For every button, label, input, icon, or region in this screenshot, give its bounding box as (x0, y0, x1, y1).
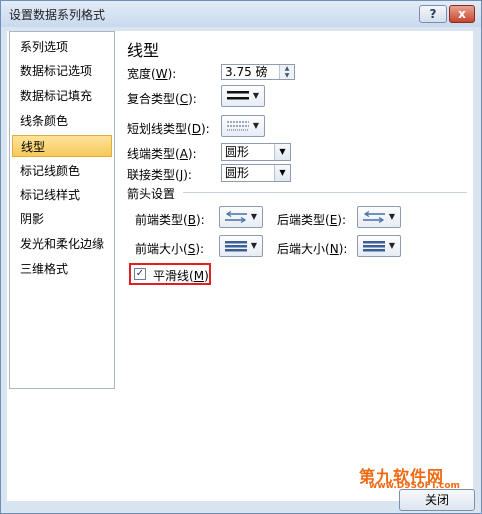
chevron-down-icon: ▼ (252, 121, 259, 130)
width-spinner[interactable]: 3.75 磅 ▲ ▼ (221, 64, 295, 80)
window-title: 设置数据系列格式 (9, 8, 106, 22)
nav-item-glow-soft-edges[interactable]: 发光和柔化边缘 (12, 233, 112, 255)
chevron-down-icon: ▼ (252, 91, 259, 100)
end-size-label: 后端大小(N): (277, 242, 348, 256)
arrow-type-icon (363, 211, 385, 223)
close-window-button[interactable]: x (449, 5, 475, 23)
nav-item-marker-line-style[interactable]: 标记线样式 (12, 184, 112, 206)
nav-item-series-options[interactable]: 系列选项 (12, 36, 112, 58)
nav-item-shadow[interactable]: 阴影 (12, 208, 112, 230)
arrow-size-icon (363, 241, 385, 252)
nav-item-marker-options[interactable]: 数据标记选项 (12, 60, 112, 82)
cap-type-label: 线端类型(A): (127, 147, 197, 161)
nav-item-line-style[interactable]: 线型 (12, 135, 112, 157)
compound-type-dropdown[interactable]: ▼ (221, 85, 265, 107)
title-bar: 设置数据系列格式 ? x (1, 1, 481, 27)
cap-type-value: 圆形 (225, 145, 250, 159)
dash-line-icon (227, 121, 249, 131)
begin-size-dropdown[interactable]: ▼ (219, 235, 263, 257)
end-type-label: 后端类型(E): (277, 213, 347, 227)
begin-type-dropdown[interactable]: ▼ (219, 206, 263, 228)
arrow-settings-heading: 箭头设置 (127, 187, 176, 201)
arrow-size-icon (225, 241, 247, 252)
width-value: 3.75 磅 (225, 65, 268, 79)
dialog-window: 设置数据系列格式 ? x 系列选项 数据标记选项 数据标记填充 线条颜色 线型 … (0, 0, 482, 514)
help-button[interactable]: ? (419, 5, 447, 23)
compound-type-label: 复合类型(C): (127, 92, 197, 106)
cap-type-select[interactable]: 圆形 ▼ (221, 143, 291, 161)
close-dialog-button[interactable]: 关闭 (399, 489, 475, 511)
panel-title: 线型 (127, 41, 160, 60)
join-type-label: 联接类型(J): (127, 168, 192, 182)
join-type-value: 圆形 (225, 166, 250, 180)
nav-item-marker-line-color[interactable]: 标记线颜色 (12, 160, 112, 182)
dash-type-dropdown[interactable]: ▼ (221, 115, 265, 137)
chevron-down-icon: ▼ (388, 212, 395, 221)
end-type-dropdown[interactable]: ▼ (357, 206, 401, 228)
chevron-down-icon: ▼ (388, 241, 395, 250)
nav-item-marker-fill[interactable]: 数据标记填充 (12, 85, 112, 107)
smoothed-line-checkbox[interactable]: ✓ (134, 268, 146, 280)
chevron-down-icon: ▼ (250, 241, 257, 250)
line-style-panel: 线型 宽度(W): 3.75 磅 ▲ ▼ 复合类型(C): ▼ 短划线类型(D): (121, 31, 471, 501)
compound-line-icon (227, 91, 249, 100)
begin-type-label: 前端类型(B): (135, 213, 205, 227)
spin-arrows-icon[interactable]: ▲ ▼ (279, 65, 294, 79)
dash-type-label: 短划线类型(D): (127, 122, 210, 136)
nav-item-line-color[interactable]: 线条颜色 (12, 110, 112, 132)
chevron-down-icon[interactable]: ▼ (274, 144, 290, 160)
smoothed-line-label[interactable]: 平滑线(M) (153, 267, 209, 284)
end-size-dropdown[interactable]: ▼ (357, 235, 401, 257)
dialog-body: 系列选项 数据标记选项 数据标记填充 线条颜色 线型 标记线颜色 标记线样式 阴… (7, 31, 473, 501)
section-divider (183, 192, 467, 193)
nav-item-3d-format[interactable]: 三维格式 (12, 258, 112, 280)
begin-size-label: 前端大小(S): (135, 242, 205, 256)
category-list: 系列选项 数据标记选项 数据标记填充 线条颜色 线型 标记线颜色 标记线样式 阴… (9, 31, 115, 389)
chevron-down-icon: ▼ (250, 212, 257, 221)
arrow-type-icon (225, 211, 247, 223)
chevron-down-icon[interactable]: ▼ (274, 165, 290, 181)
join-type-select[interactable]: 圆形 ▼ (221, 164, 291, 182)
width-label: 宽度(W): (127, 67, 177, 81)
smoothed-line-highlight: ✓ 平滑线(M) (129, 263, 211, 285)
